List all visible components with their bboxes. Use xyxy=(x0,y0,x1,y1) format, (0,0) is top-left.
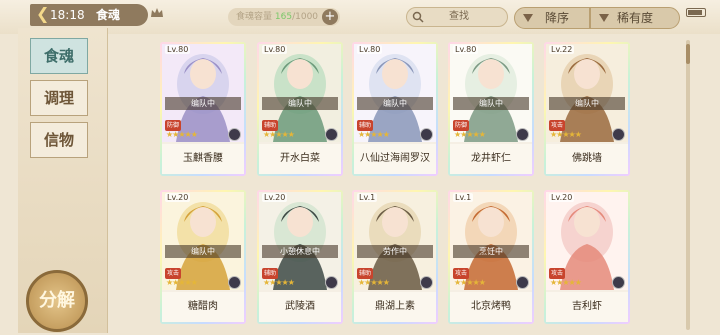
card-status: 劳作中 xyxy=(357,245,433,258)
card-name: 玉麒香腰 xyxy=(162,144,244,174)
sidebar-item-shihun[interactable]: 食魂 xyxy=(30,38,88,74)
element-icon xyxy=(420,128,433,141)
card-inner: Lv.80 编队中 防御 ★★★★★ 龙井虾仁 xyxy=(450,44,532,174)
star-rating: ★★★★★ xyxy=(358,278,390,287)
decompose-button[interactable]: 分解 xyxy=(26,270,88,332)
card-status: 烹饪中 xyxy=(453,245,529,258)
element-icon xyxy=(325,276,338,289)
card-level: Lv.80 xyxy=(165,45,191,54)
card-inner: Lv.80 编队中 防御 ★★★★★ 玉麒香腰 xyxy=(162,44,244,174)
star-rating: ★★★★★ xyxy=(358,130,390,139)
element-icon xyxy=(420,276,433,289)
card-name: 龙井虾仁 xyxy=(450,144,532,174)
card-status: 编队中 xyxy=(262,97,338,110)
character-card[interactable]: Lv.80 编队中 辅助 ★★★★★ 开水白菜 xyxy=(257,42,343,176)
card-status: 编队中 xyxy=(549,97,625,110)
card-level: Lv.80 xyxy=(262,45,288,54)
capacity-label: 食魂容量 xyxy=(236,12,273,22)
card-level: Lv.80 xyxy=(357,45,383,54)
element-icon xyxy=(516,128,529,141)
card-inner: Lv.20 编队中 攻击 ★★★★★ 糖醋肉 xyxy=(162,192,244,322)
element-icon xyxy=(612,128,625,141)
element-icon xyxy=(228,128,241,141)
star-rating: ★★★★★ xyxy=(166,278,198,287)
card-inner: Lv.22 编队中 攻击 ★★★★★ 佛跳墙 xyxy=(546,44,628,174)
card-level: Lv.20 xyxy=(165,193,191,202)
star-rating: ★★★★★ xyxy=(550,278,582,287)
sort-by-label: 稀有度 xyxy=(617,11,654,25)
card-name: 北京烤鸭 xyxy=(450,292,532,322)
card-inner: Lv.80 编队中 辅助 ★★★★★ 八仙过海闹罗汉 xyxy=(354,44,436,174)
character-card[interactable]: Lv.1 烹饪中 攻击 ★★★★★ 北京烤鸭 xyxy=(448,190,534,324)
card-name: 武陵酒 xyxy=(259,292,341,322)
search-button[interactable]: 查找 xyxy=(406,7,508,27)
top-bar: ❮ 18:18 食魂 食魂容量 165/1000 + 查找 降序 稀有度 xyxy=(0,0,720,34)
card-level: Lv.22 xyxy=(549,45,575,54)
search-label: 查找 xyxy=(449,11,469,22)
clock-time: 18:18 xyxy=(50,8,85,22)
card-level: Lv.20 xyxy=(549,193,575,202)
page-title: 食魂 xyxy=(96,8,121,22)
capacity-current: 165 xyxy=(274,12,293,22)
element-icon xyxy=(325,128,338,141)
sort-order-button[interactable]: 降序 xyxy=(514,7,590,29)
back-button[interactable]: ❮ 18:18 食魂 xyxy=(30,4,148,26)
card-name: 佛跳墙 xyxy=(546,144,628,174)
card-level: Lv.1 xyxy=(453,193,474,202)
card-name: 开水白菜 xyxy=(259,144,341,174)
search-icon xyxy=(412,11,424,23)
card-level: Lv.1 xyxy=(357,193,378,202)
scrollbar-track[interactable] xyxy=(686,40,690,330)
element-icon xyxy=(228,276,241,289)
sort-by-button[interactable]: 稀有度 xyxy=(590,7,680,29)
battery-icon xyxy=(686,8,706,17)
character-card[interactable]: Lv.80 编队中 防御 ★★★★★ 玉麒香腰 xyxy=(160,42,246,176)
scrollbar-thumb[interactable] xyxy=(686,44,690,64)
sort-triangle-icon xyxy=(523,14,533,22)
back-arrow-icon: ❮ xyxy=(36,4,50,23)
card-name: 糖醋肉 xyxy=(162,292,244,322)
card-status: 小憩休息中 xyxy=(262,245,338,258)
card-name: 吉利虾 xyxy=(546,292,628,322)
card-inner: Lv.20 攻击 ★★★★★ 吉利虾 xyxy=(546,192,628,322)
character-card[interactable]: Lv.20 小憩休息中 辅助 ★★★★★ 武陵酒 xyxy=(257,190,343,324)
sort-by-triangle-icon xyxy=(599,14,609,22)
character-card[interactable]: Lv.22 编队中 攻击 ★★★★★ 佛跳墙 xyxy=(544,42,630,176)
sidebar-item-xinwu[interactable]: 信物 xyxy=(30,122,88,158)
character-card[interactable]: Lv.20 攻击 ★★★★★ 吉利虾 xyxy=(544,190,630,324)
sort-order-label: 降序 xyxy=(545,11,570,25)
element-icon xyxy=(612,276,625,289)
character-card[interactable]: Lv.80 编队中 辅助 ★★★★★ 八仙过海闹罗汉 xyxy=(352,42,438,176)
sidebar-item-tiaoli[interactable]: 调理 xyxy=(30,80,88,116)
card-name: 鼎湖上素 xyxy=(354,292,436,322)
star-rating: ★★★★★ xyxy=(550,130,582,139)
star-rating: ★★★★★ xyxy=(454,130,486,139)
card-status: 编队中 xyxy=(165,97,241,110)
card-inner: Lv.80 编队中 辅助 ★★★★★ 开水白菜 xyxy=(259,44,341,174)
star-rating: ★★★★★ xyxy=(454,278,486,287)
character-card[interactable]: Lv.1 劳作中 辅助 ★★★★★ 鼎湖上素 xyxy=(352,190,438,324)
character-card[interactable]: Lv.80 编队中 防御 ★★★★★ 龙井虾仁 xyxy=(448,42,534,176)
star-rating: ★★★★★ xyxy=(263,278,295,287)
element-icon xyxy=(516,276,529,289)
card-level: Lv.20 xyxy=(262,193,288,202)
card-inner: Lv.20 小憩休息中 辅助 ★★★★★ 武陵酒 xyxy=(259,192,341,322)
star-rating: ★★★★★ xyxy=(263,130,295,139)
crown-icon xyxy=(151,8,163,17)
card-level: Lv.80 xyxy=(453,45,479,54)
card-inner: Lv.1 烹饪中 攻击 ★★★★★ 北京烤鸭 xyxy=(450,192,532,322)
card-status: 编队中 xyxy=(453,97,529,110)
card-status: 编队中 xyxy=(357,97,433,110)
character-card[interactable]: Lv.20 编队中 攻击 ★★★★★ 糖醋肉 xyxy=(160,190,246,324)
add-capacity-button[interactable]: + xyxy=(322,9,338,25)
capacity-total: /1000 xyxy=(292,12,319,22)
card-inner: Lv.1 劳作中 辅助 ★★★★★ 鼎湖上素 xyxy=(354,192,436,322)
star-rating: ★★★★★ xyxy=(166,130,198,139)
card-status: 编队中 xyxy=(165,245,241,258)
card-name: 八仙过海闹罗汉 xyxy=(354,144,436,174)
